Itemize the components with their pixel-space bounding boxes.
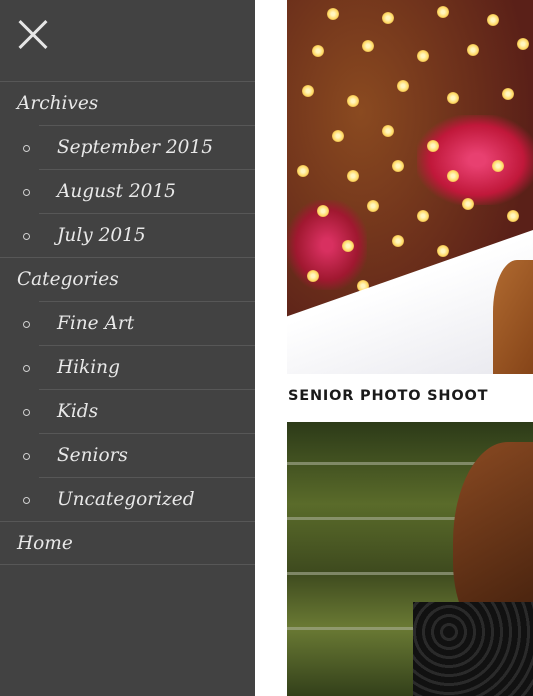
bokeh-light [362, 40, 374, 52]
bokeh-light [492, 160, 504, 172]
bokeh-light [517, 38, 529, 50]
bokeh-light [382, 12, 394, 24]
menu-item-july-2015[interactable]: July 2015 [0, 213, 255, 257]
divider [39, 433, 255, 434]
divider [39, 477, 255, 478]
bullet-icon [23, 497, 30, 504]
bokeh-light [447, 170, 459, 182]
post-title[interactable]: SENIOR PHOTO SHOOT [288, 388, 488, 404]
bullet-icon [23, 365, 30, 372]
bokeh-light [392, 160, 404, 172]
post-photo-stairs[interactable] [287, 422, 533, 696]
menu-label: Home [17, 532, 73, 554]
divider [39, 301, 255, 302]
divider [39, 169, 255, 170]
close-icon[interactable] [16, 18, 50, 52]
post-photo-lights[interactable] [287, 0, 533, 374]
menu-label: September 2015 [57, 136, 213, 158]
menu-heading-categories[interactable]: Categories [0, 257, 255, 301]
divider [39, 389, 255, 390]
bokeh-light [392, 235, 404, 247]
bullet-icon [23, 233, 30, 240]
neon-sign [417, 115, 533, 205]
menu-item-kids[interactable]: Kids [0, 389, 255, 433]
menu-label: Uncategorized [57, 488, 195, 510]
bokeh-light [427, 140, 439, 152]
bokeh-light [507, 210, 519, 222]
bokeh-light [347, 170, 359, 182]
bokeh-light [382, 125, 394, 137]
bokeh-light [447, 92, 459, 104]
menu-item-august-2015[interactable]: August 2015 [0, 169, 255, 213]
menu-label: Fine Art [57, 312, 135, 334]
divider [39, 213, 255, 214]
bokeh-light [347, 95, 359, 107]
bokeh-light [297, 165, 309, 177]
menu-label: Archives [17, 93, 99, 114]
bullet-icon [23, 321, 30, 328]
menu-item-hiking[interactable]: Hiking [0, 345, 255, 389]
menu-item-september-2015[interactable]: September 2015 [0, 125, 255, 169]
menu-label: July 2015 [57, 224, 146, 246]
bokeh-light [332, 130, 344, 142]
bullet-icon [23, 409, 30, 416]
bokeh-light [342, 240, 354, 252]
menu-item-uncategorized[interactable]: Uncategorized [0, 477, 255, 521]
menu-item-seniors[interactable]: Seniors [0, 433, 255, 477]
bokeh-light [487, 14, 499, 26]
menu-heading-archives[interactable]: Archives [0, 81, 255, 125]
menu-label: Seniors [57, 444, 128, 466]
bokeh-light [367, 200, 379, 212]
divider [39, 125, 255, 126]
menu-label: Categories [17, 269, 119, 290]
navigation-drawer: Archives September 2015 August 2015 July… [0, 0, 255, 696]
bokeh-light [312, 45, 324, 57]
bullet-icon [23, 189, 30, 196]
subject-dress [413, 602, 533, 696]
bokeh-light [502, 88, 514, 100]
bokeh-light [327, 8, 339, 20]
bokeh-light [417, 210, 429, 222]
menu-heading-home[interactable]: Home [0, 521, 255, 565]
menu-label: Kids [57, 400, 99, 422]
drawer-menu: Archives September 2015 August 2015 July… [0, 81, 255, 565]
bokeh-light [307, 270, 319, 282]
bokeh-light [397, 80, 409, 92]
divider [39, 345, 255, 346]
bokeh-light [437, 245, 449, 257]
menu-label: August 2015 [57, 180, 176, 202]
bokeh-light [467, 44, 479, 56]
bokeh-light [317, 205, 329, 217]
bokeh-light [462, 198, 474, 210]
bokeh-light [417, 50, 429, 62]
bokeh-light [302, 85, 314, 97]
bullet-icon [23, 145, 30, 152]
menu-label: Hiking [57, 356, 120, 378]
menu-item-fine-art[interactable]: Fine Art [0, 301, 255, 345]
bullet-icon [23, 453, 30, 460]
subject-hair [493, 260, 533, 374]
main-content: SENIOR PHOTO SHOOT [255, 0, 533, 696]
bokeh-light [437, 6, 449, 18]
